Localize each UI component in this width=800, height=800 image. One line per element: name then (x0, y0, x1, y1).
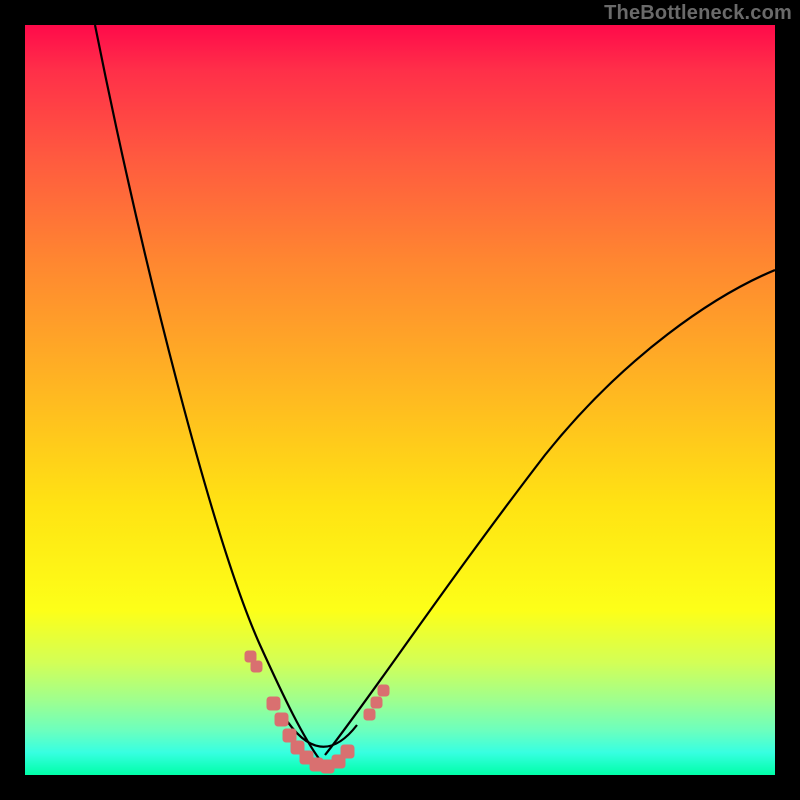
marker-dot (245, 651, 256, 662)
chart-frame: TheBottleneck.com (0, 0, 800, 800)
curve-right (325, 270, 775, 755)
marker-dot (267, 697, 280, 710)
marker-dot (283, 729, 296, 742)
marker-dot (378, 685, 389, 696)
marker-dot (275, 713, 288, 726)
curve-left (95, 25, 320, 760)
chart-svg (25, 25, 775, 775)
marker-dot (251, 661, 262, 672)
marker-dot (371, 697, 382, 708)
plot-area (25, 25, 775, 775)
watermark-text: TheBottleneck.com (604, 2, 792, 25)
marker-dot (341, 745, 354, 758)
marker-dot (364, 709, 375, 720)
